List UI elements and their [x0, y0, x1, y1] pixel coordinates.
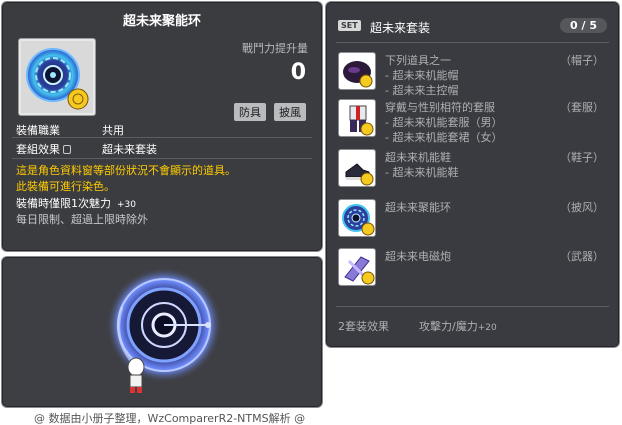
divider: [12, 158, 312, 159]
set-count-badge: 0 / 5: [560, 18, 607, 33]
set-item-slot: （披风）: [560, 201, 604, 214]
set-effect-value: 超未来套装: [102, 143, 157, 156]
set-name: 超未来套装: [370, 21, 431, 35]
set-effect-row: 套組效果 超未来套装: [16, 141, 157, 157]
character-preview-panel: [1, 256, 323, 408]
divider: [12, 137, 312, 138]
set-bonus-row: 2套装效果 攻擊力/魔力+20: [338, 318, 497, 334]
charm-bonus-line: 裝備時僅限1次魅力 +30: [16, 195, 136, 211]
lock-icon: [63, 145, 71, 154]
daily-limit-note: 每日限制、超過上限時除外: [16, 213, 148, 226]
shoes-icon: [338, 149, 376, 187]
item-tooltip-panel: 超未来聚能环 戰鬥力提升量 0 防具 披風 裝備職業 共用 套組效果 超未来套装…: [1, 1, 323, 252]
set-item-line: - 超未来机能套裙（女）: [385, 131, 503, 144]
set-item-line: 穿戴与性别相符的套服: [385, 101, 495, 114]
tag-armor: 防具: [234, 103, 266, 121]
cannon-weapon-icon: [338, 248, 376, 286]
equip-job-value: 共用: [102, 124, 124, 137]
item-icon-frame: [18, 38, 96, 116]
divider: [336, 306, 609, 307]
set-bonus-text: 攻擊力/魔力: [419, 320, 478, 333]
divider: [336, 42, 609, 43]
set-item-line: 超未来机能鞋: [385, 151, 451, 164]
set-item-slot: （帽子）: [560, 54, 604, 67]
set-item-slot: （武器）: [560, 250, 604, 263]
set-item-line: - 超未来机能帽: [385, 69, 459, 82]
equip-job-row: 裝備職業 共用: [16, 122, 124, 138]
set-item-line: - 超未来主控帽: [385, 84, 459, 97]
set-item-line: - 超未来机能套服（男）: [385, 116, 503, 129]
set-item-line: 下列道具之一: [385, 54, 451, 67]
character-preview-image: [106, 267, 222, 393]
item-description-line: 此裝備可進行染色。: [16, 180, 115, 193]
attack-increase-label: 戰鬥力提升量: [242, 42, 308, 55]
hat-icon: [338, 52, 376, 90]
set-bonus-label: 2套装效果: [338, 320, 389, 333]
tag-cape: 披風: [274, 103, 306, 121]
set-badge: SET: [338, 20, 361, 31]
cape-ring-icon: [338, 199, 376, 237]
set-item-line: 超未来电磁炮: [385, 250, 451, 263]
set-item-line: 超未来聚能环: [385, 201, 451, 214]
attack-increase-value: 0: [290, 60, 306, 85]
set-effect-label: 套組效果: [16, 143, 60, 156]
charm-bonus-value: +30: [117, 200, 136, 210]
cape-ring-icon: [26, 48, 89, 110]
footer-credit: @ 数据由小册子整理，WzComparerR2-NTMS解析 @: [34, 412, 306, 425]
set-bonus-value: +20: [477, 323, 497, 333]
set-item-line: - 超未来机能鞋: [385, 166, 459, 179]
set-item-slot: （套服）: [560, 101, 604, 114]
item-name: 超未来聚能环: [122, 14, 201, 29]
item-description-line: 這是角色資料窗等部份狀況不會顯示的道具。: [16, 164, 236, 177]
charm-bonus-text: 裝備時僅限1次魅力: [16, 197, 111, 210]
overall-suit-icon: [338, 99, 376, 137]
set-item-slot: （鞋子）: [560, 151, 604, 164]
equip-job-label: 裝備職業: [16, 124, 60, 137]
set-tooltip-panel: SET 超未来套装 0 / 5 下列道具之一 - 超未来机能帽 - 超未来主控帽…: [325, 1, 620, 348]
